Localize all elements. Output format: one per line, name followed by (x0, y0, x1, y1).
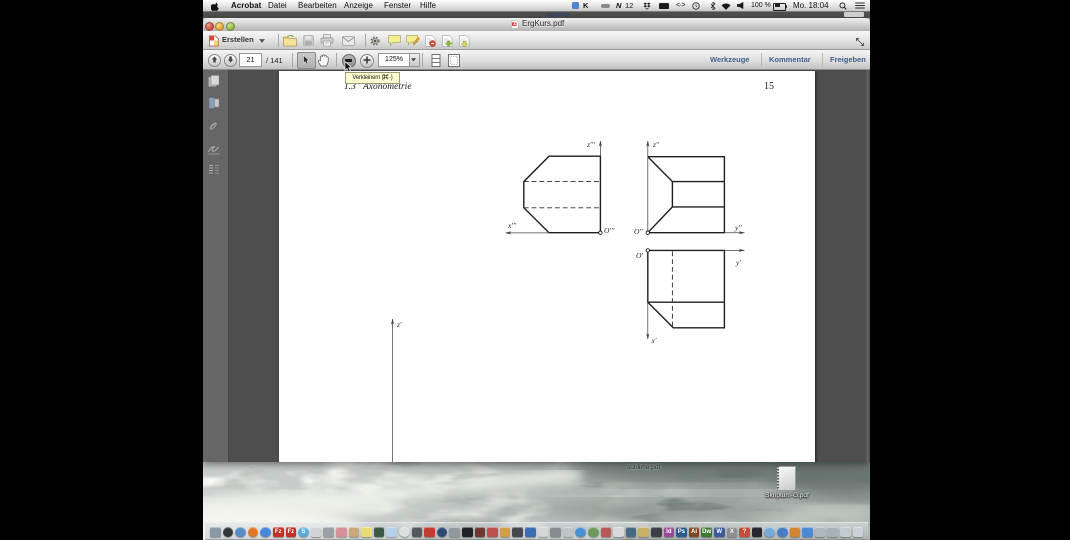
svg-text:y′′: y′′ (734, 223, 742, 232)
svg-text:z′′′: z′′′ (586, 140, 595, 149)
svg-text:x′′′: x′′′ (507, 221, 517, 230)
svg-text:z′′: z′′ (652, 140, 660, 149)
svg-text:O′′′: O′′′ (604, 226, 615, 235)
svg-text:O′: O′ (636, 251, 643, 260)
svg-text:O′′: O′′ (634, 227, 643, 236)
svg-text:y′: y′ (735, 258, 741, 267)
svg-text:x′: x′ (651, 336, 657, 345)
svg-text:z′: z′ (396, 320, 402, 329)
